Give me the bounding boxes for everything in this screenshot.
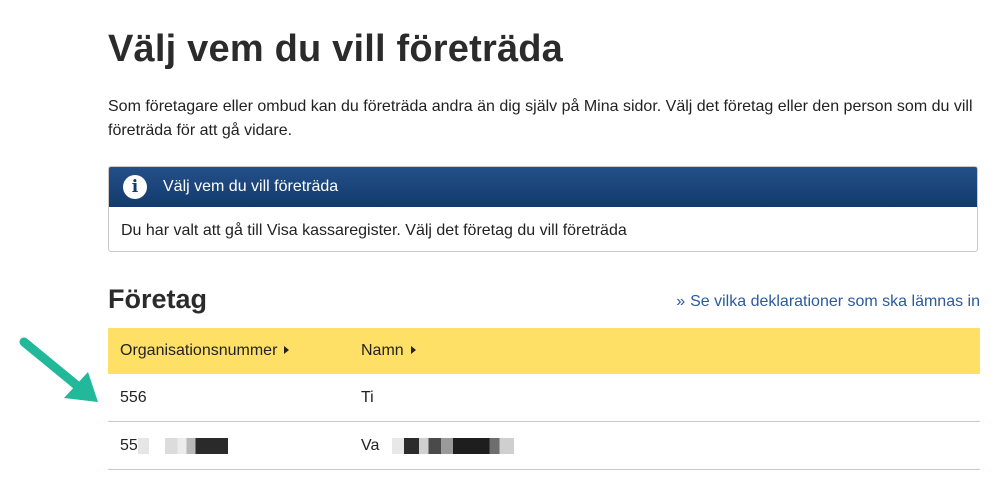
sort-arrow-icon xyxy=(284,346,290,354)
double-chevron-icon: » xyxy=(676,293,686,310)
declarations-link[interactable]: » Se vilka deklarationer som ska lämnas i… xyxy=(676,292,980,312)
name-header-label: Namn xyxy=(361,342,404,359)
sort-arrow-icon xyxy=(410,346,416,354)
table-header: Organisationsnummer Namn xyxy=(108,328,980,374)
page-title: Välj vem du vill företräda xyxy=(108,28,564,70)
info-box-header: i Välj vem du vill företräda xyxy=(109,167,977,207)
info-box-body: Du har valt att gå till Visa kassaregist… xyxy=(121,222,627,239)
org-number-cell[interactable]: 55 xyxy=(120,422,138,469)
info-box-heading: Välj vem du vill företräda xyxy=(163,178,339,195)
org-number-cell[interactable]: 556 xyxy=(120,374,147,421)
table-row[interactable]: 556 Ti xyxy=(108,374,980,422)
name-column-header[interactable]: Namn xyxy=(361,328,416,374)
redaction-block xyxy=(392,438,514,454)
info-box: i Välj vem du vill företräda Du har valt… xyxy=(108,166,978,252)
table-row[interactable]: 55 Va xyxy=(108,422,980,470)
redaction-block xyxy=(138,438,228,454)
company-name-cell[interactable]: Ti xyxy=(361,374,374,421)
companies-title: Företag xyxy=(108,284,208,314)
org-number-column-header[interactable]: Organisationsnummer xyxy=(120,328,290,374)
annotation-arrow-icon xyxy=(19,337,98,402)
companies-table: Organisationsnummer Namn 556 Ti 55 Va xyxy=(108,328,980,470)
declarations-link-label: Se vilka deklarationer som ska lämnas in xyxy=(690,293,980,310)
org-number-header-label: Organisationsnummer xyxy=(120,342,278,359)
info-icon: i xyxy=(123,175,147,199)
intro-text: Som företagare eller ombud kan du företr… xyxy=(108,98,973,139)
company-name-cell[interactable]: Va xyxy=(361,422,379,469)
